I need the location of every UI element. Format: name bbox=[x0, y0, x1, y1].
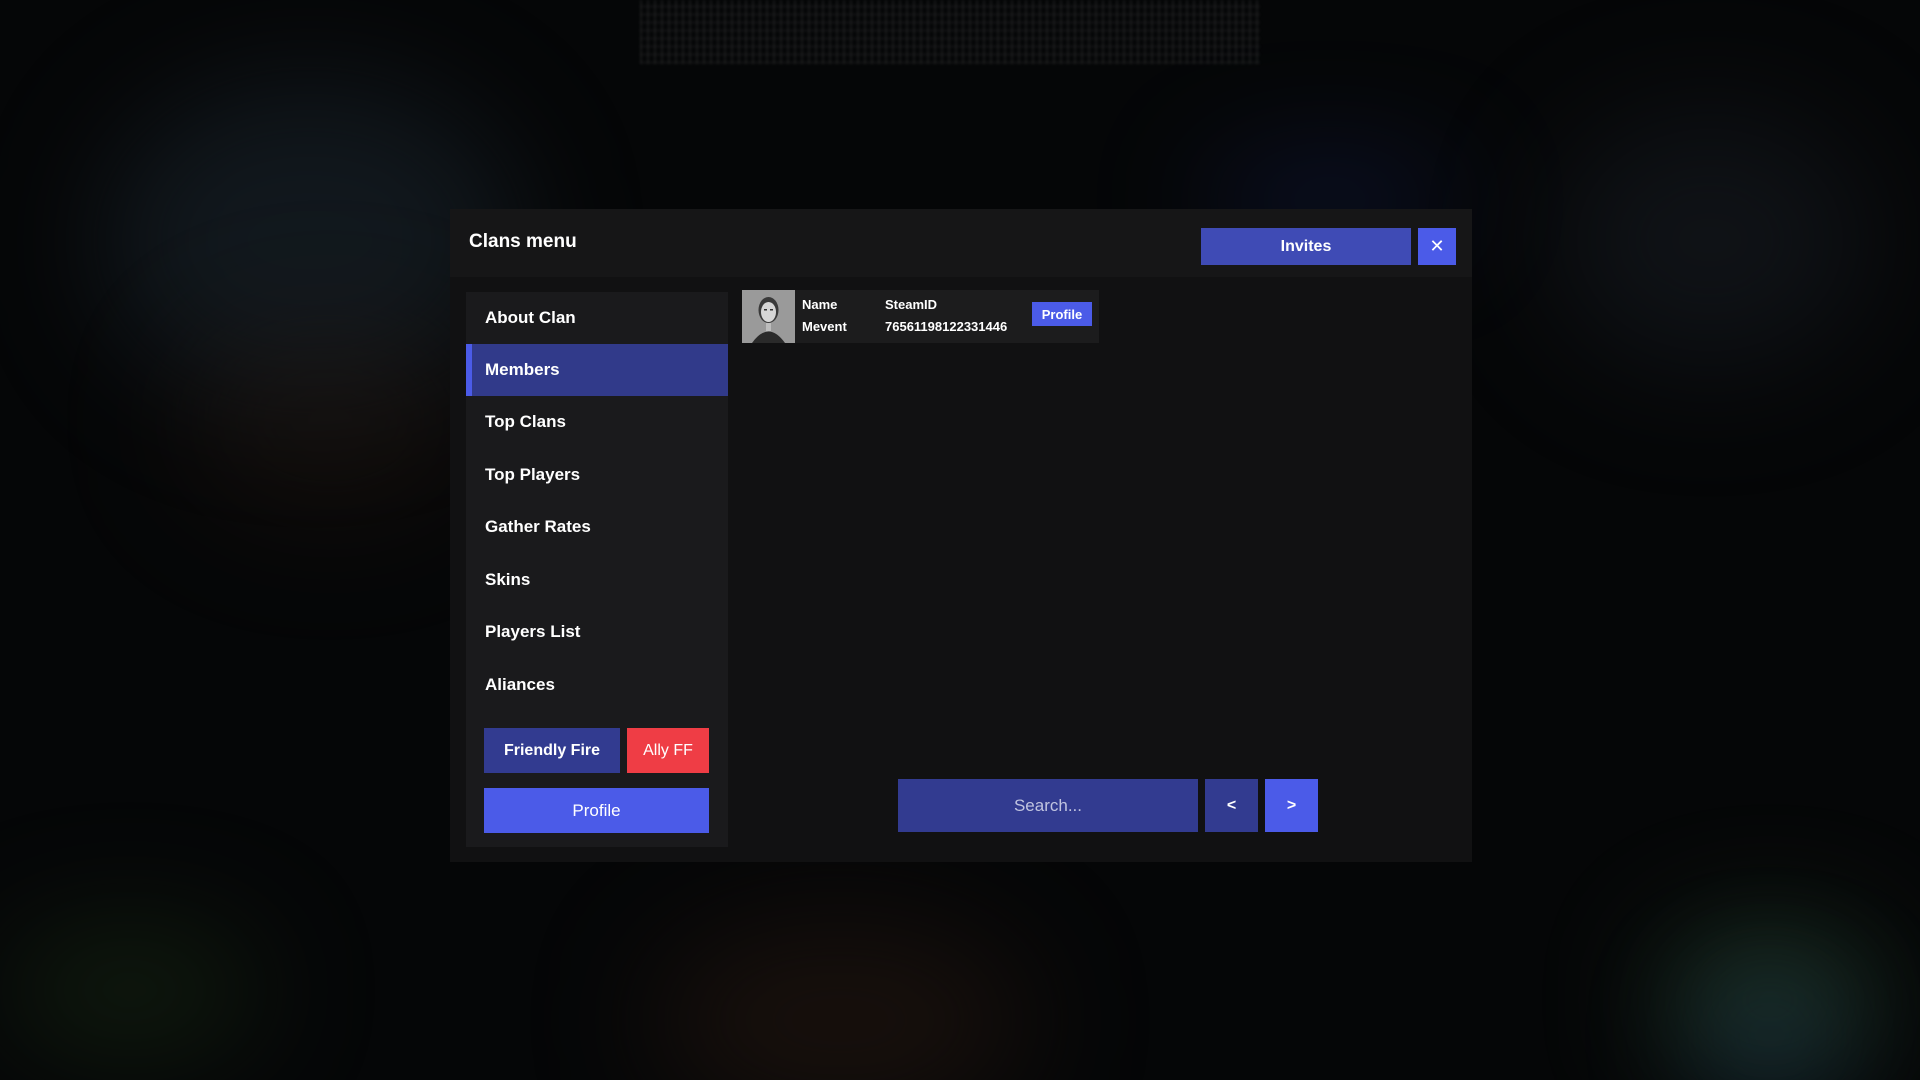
sidebar-item-gather-rates[interactable]: Gather Rates bbox=[466, 501, 728, 553]
chevron-right-icon: > bbox=[1286, 796, 1297, 814]
chevron-left-icon: < bbox=[1226, 796, 1237, 814]
member-steamid: 76561198122331446 bbox=[885, 319, 1008, 334]
profile-button[interactable]: Profile bbox=[484, 788, 709, 833]
friendly-fire-button[interactable]: Friendly Fire bbox=[484, 728, 620, 773]
avatar bbox=[742, 290, 795, 343]
sidebar-item-aliances[interactable]: Aliances bbox=[466, 659, 728, 711]
member-card: Name Mevent SteamID 76561198122331446 Pr… bbox=[742, 290, 1099, 343]
sidebar-item-top-clans[interactable]: Top Clans bbox=[466, 396, 728, 448]
next-page-button[interactable]: > bbox=[1265, 779, 1318, 832]
modal-title: Clans menu bbox=[469, 231, 577, 252]
modal-header: Clans menu Invites ✕ bbox=[450, 209, 1472, 277]
sidebar-item-label: Top Clans bbox=[485, 412, 566, 431]
sidebar-item-label: Skins bbox=[485, 570, 531, 589]
sidebar-item-label: Members bbox=[485, 360, 560, 379]
close-icon: ✕ bbox=[1429, 236, 1445, 256]
member-name: Mevent bbox=[802, 319, 847, 334]
prev-page-button[interactable]: < bbox=[1205, 779, 1258, 832]
steamid-column-header: SteamID bbox=[885, 297, 938, 312]
sidebar-item-members[interactable]: Members bbox=[466, 344, 728, 396]
clans-menu-modal: Clans menu Invites ✕ About Clan Members … bbox=[450, 209, 1472, 862]
invites-button[interactable]: Invites bbox=[1201, 228, 1411, 265]
sidebar-item-label: Gather Rates bbox=[485, 517, 591, 536]
sidebar-item-label: Top Players bbox=[485, 465, 581, 484]
sidebar-item-players-list[interactable]: Players List bbox=[466, 606, 728, 658]
sidebar-item-label: Players List bbox=[485, 622, 581, 641]
search-input[interactable] bbox=[898, 779, 1198, 832]
sidebar-item-top-players[interactable]: Top Players bbox=[466, 449, 728, 501]
sidebar-item-about-clan[interactable]: About Clan bbox=[466, 292, 728, 344]
name-column-header: Name bbox=[802, 297, 838, 312]
member-profile-button[interactable]: Profile bbox=[1032, 302, 1092, 326]
sidebar-item-skins[interactable]: Skins bbox=[466, 554, 728, 606]
ally-ff-button[interactable]: Ally FF bbox=[627, 728, 709, 773]
sidebar: About Clan Members Top Clans Top Players… bbox=[466, 292, 728, 847]
sidebar-item-label: About Clan bbox=[485, 308, 576, 327]
sidebar-item-label: Aliances bbox=[485, 675, 555, 694]
close-button[interactable]: ✕ bbox=[1418, 228, 1456, 265]
